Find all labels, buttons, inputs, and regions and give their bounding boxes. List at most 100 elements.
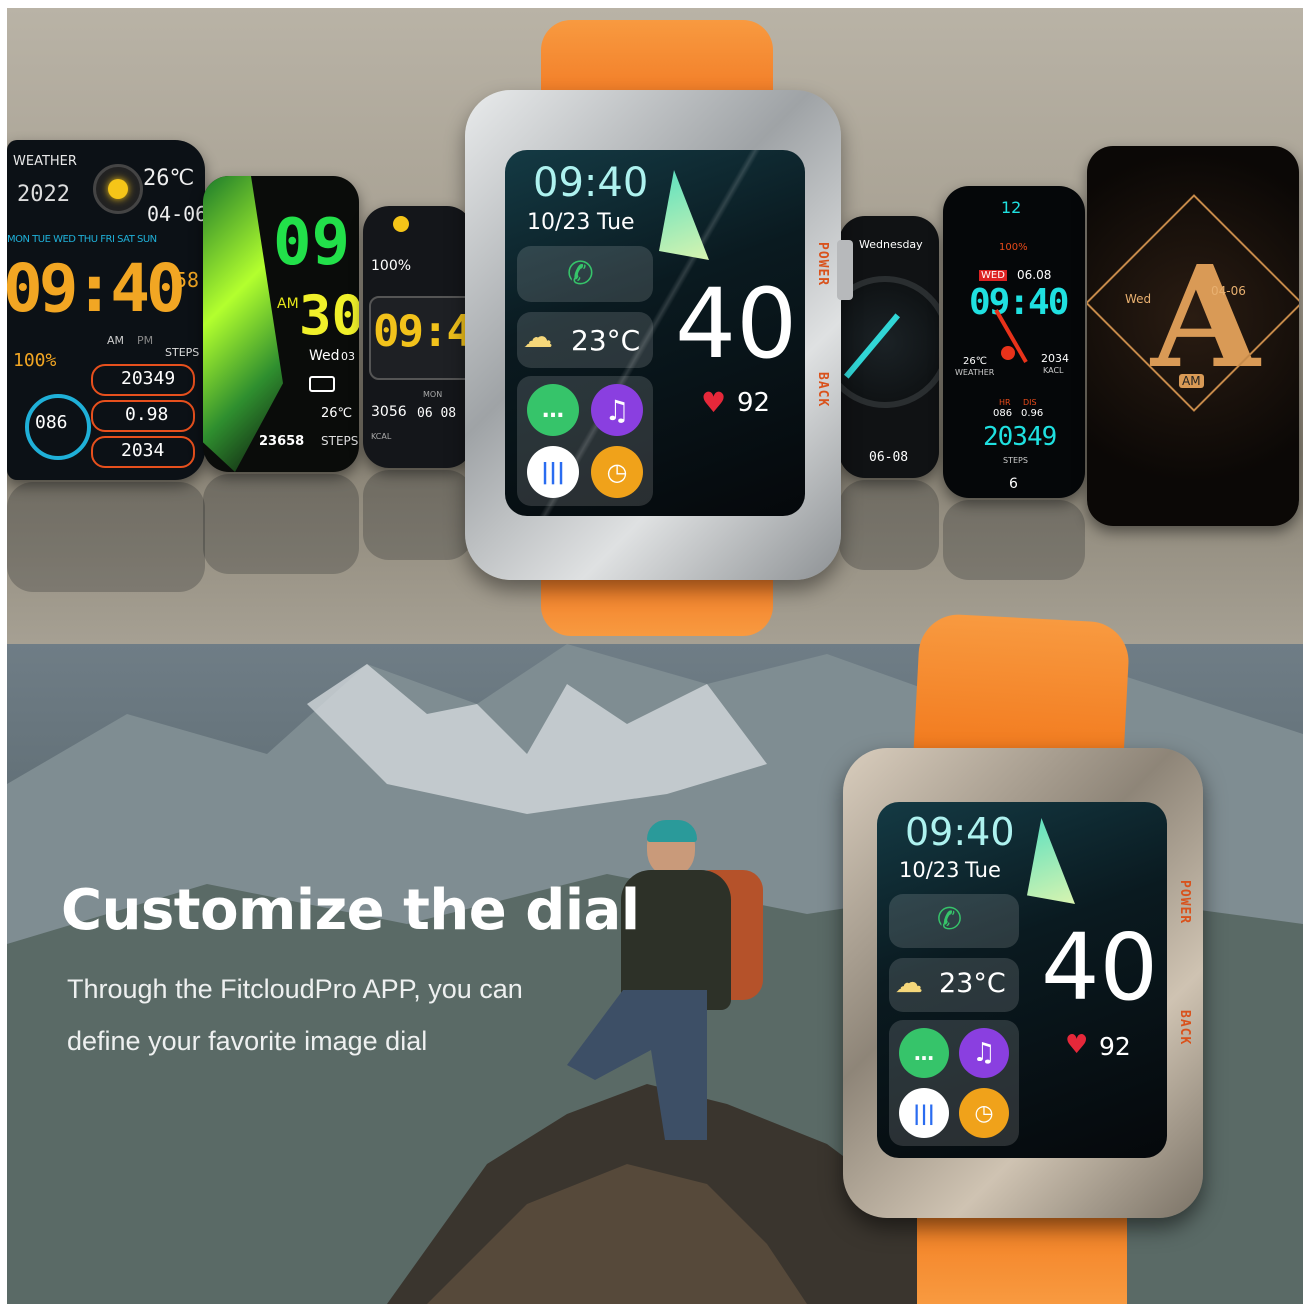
watch-face-gold: A Wed 04-06 AM <box>1087 146 1299 526</box>
cyan-date: 06.08 <box>1017 268 1052 282</box>
main-smartwatch: POWER BACK 09:40 10/23 Tue ✆ ☁ 23°C … ♫ … <box>457 20 857 636</box>
hiker-bandana <box>647 820 697 842</box>
cyan-weather-label: WEATHER <box>955 368 995 377</box>
cyan-steps-label: STEPS <box>1003 456 1028 465</box>
heart-icon: ♥ <box>701 386 727 419</box>
power-label: POWER <box>815 242 830 287</box>
cyan-time: 09:40 <box>969 282 1069 323</box>
watch-face-cyan: 12 100% WED 06.08 09:40 26℃ WEATHER 2034… <box>943 186 1085 498</box>
back-label: BACK <box>815 372 830 408</box>
secondary-date: 10/23 <box>899 858 960 882</box>
battery-icon <box>309 376 335 392</box>
cyan-hr-val: 086 <box>993 408 1013 419</box>
reflection-green <box>203 474 359 574</box>
weather-battery: 100% <box>13 350 57 371</box>
secondary-big-minutes: 40 <box>1041 914 1159 1021</box>
green-hour: 09 <box>273 206 351 280</box>
cyan-kcal-label: KACL <box>1043 366 1064 375</box>
cyan-day: WED <box>979 270 1007 281</box>
music-icon-2[interactable]: ♫ <box>959 1028 1009 1078</box>
heart-icon-2: ♥ <box>1065 1030 1089 1060</box>
cyan-kcal: 2034 <box>1041 352 1069 365</box>
analog-day: Wednesday <box>859 238 923 251</box>
analog-date: 06-08 <box>869 450 909 465</box>
main-temperature: 23°C <box>571 324 641 357</box>
cloud-sun-icon-2: ☁ <box>895 966 923 999</box>
gold-ampm: AM <box>1179 374 1204 388</box>
main-heart-rate: 92 <box>737 388 771 418</box>
timer-icon[interactable]: ◷ <box>591 446 643 498</box>
reflection-cyan <box>943 500 1085 580</box>
watch-faces-panel: WEATHER 2022 26℃ 04-06 MON TUE WED THU F… <box>7 8 1303 644</box>
weather-weekdays: MON TUE WED THU FRI SAT SUN <box>7 234 157 245</box>
cyan-hub <box>1001 346 1015 360</box>
green-temp: 26℃ <box>321 406 353 421</box>
cyan-six: 6 <box>1009 476 1018 492</box>
lcd-battery: 100% <box>371 258 412 274</box>
green-ampm: AM <box>277 296 299 312</box>
hiker-legs <box>567 990 707 1140</box>
secondary-screen: 09:40 10/23 Tue ✆ ☁ 23°C … ♫ ||| ◷ 40 ♥ … <box>877 802 1167 1158</box>
green-minute: 30 <box>299 284 359 347</box>
watch-face-weather: WEATHER 2022 26℃ 04-06 MON TUE WED THU F… <box>7 140 205 480</box>
subtext-line-2: define your favorite image dial <box>67 1026 428 1056</box>
main-time: 09:40 <box>533 160 649 206</box>
hiker-figure <box>567 820 777 1160</box>
secondary-heart-rate: 92 <box>1099 1032 1131 1061</box>
gold-date: 04-06 <box>1211 284 1246 298</box>
crown <box>837 240 853 300</box>
voice-icon[interactable]: ||| <box>527 446 579 498</box>
weather-seconds: 58 <box>175 268 200 292</box>
green-date: 03 <box>341 350 355 363</box>
message-icon[interactable]: … <box>527 384 579 436</box>
secondary-temperature: 23°C <box>939 968 1006 999</box>
sun-icon <box>93 164 143 214</box>
weather-heart: 086 <box>35 412 68 433</box>
cyan-temp: 26℃ <box>963 356 987 367</box>
lcd-kcal-label: KCAL <box>371 432 392 441</box>
gold-day: Wed <box>1125 292 1152 306</box>
weather-steps-label: STEPS <box>165 346 200 359</box>
product-image: WEATHER 2022 26℃ 04-06 MON TUE WED THU F… <box>7 8 1303 1304</box>
voice-icon-2[interactable]: ||| <box>899 1088 949 1138</box>
phone-icon-2[interactable]: ✆ <box>937 902 962 937</box>
cyan-dis-label: DIS <box>1023 398 1037 407</box>
message-icon-2[interactable]: … <box>899 1028 949 1078</box>
weather-date: 04-06 <box>147 202 205 226</box>
back-label-2: BACK <box>1177 1010 1192 1046</box>
main-screen: 09:40 10/23 Tue ✆ ☁ 23°C … ♫ ||| ◷ 40 ♥ … <box>505 150 805 516</box>
headline: Customize the dial <box>61 878 640 943</box>
cyan-dis-val: 0.96 <box>1021 408 1044 419</box>
watch-face-green: 09 AM 30 Wed 03 26℃ 23658 STEPS <box>203 176 359 472</box>
green-day: Wed <box>309 348 340 364</box>
lcd-date: 06 08 <box>417 406 457 421</box>
subtext-line-1: Through the FitcloudPro APP, you can <box>67 974 523 1004</box>
secondary-smartwatch: POWER BACK 09:40 10/23 Tue ✆ ☁ 23°C … ♫ … <box>837 612 1225 1304</box>
lifestyle-panel: Customize the dial Through the FitcloudP… <box>7 612 1303 1304</box>
cyan-hr-label: HR <box>999 398 1011 407</box>
green-stripe-graphic <box>203 176 283 472</box>
weather-pm: PM <box>137 334 154 347</box>
row-border-steps <box>91 364 195 396</box>
power-label-2: POWER <box>1177 880 1192 925</box>
cyan-twelve: 12 <box>1001 198 1022 217</box>
weather-title: WEATHER <box>13 154 77 169</box>
cyan-battery: 100% <box>999 242 1028 253</box>
strap-top-2 <box>913 612 1131 764</box>
weather-time: 09:40 <box>7 250 186 327</box>
lcd-mon: MON <box>423 390 443 399</box>
secondary-time: 09:40 <box>905 810 1015 854</box>
main-date: 10/23 <box>527 210 591 235</box>
main-day: Tue <box>597 210 635 235</box>
phone-icon[interactable]: ✆ <box>567 254 594 292</box>
sun-small-icon <box>393 216 409 232</box>
music-icon[interactable]: ♫ <box>591 384 643 436</box>
weather-am: AM <box>107 334 125 347</box>
timer-icon-2[interactable]: ◷ <box>959 1088 1009 1138</box>
main-big-minutes: 40 <box>675 268 798 380</box>
row-border-calories <box>91 436 195 468</box>
weather-temp: 26℃ <box>143 166 195 191</box>
lcd-kcal: 3056 <box>371 404 407 420</box>
glass-cone-graphic-2 <box>1027 818 1075 904</box>
row-border-distance <box>91 400 195 432</box>
